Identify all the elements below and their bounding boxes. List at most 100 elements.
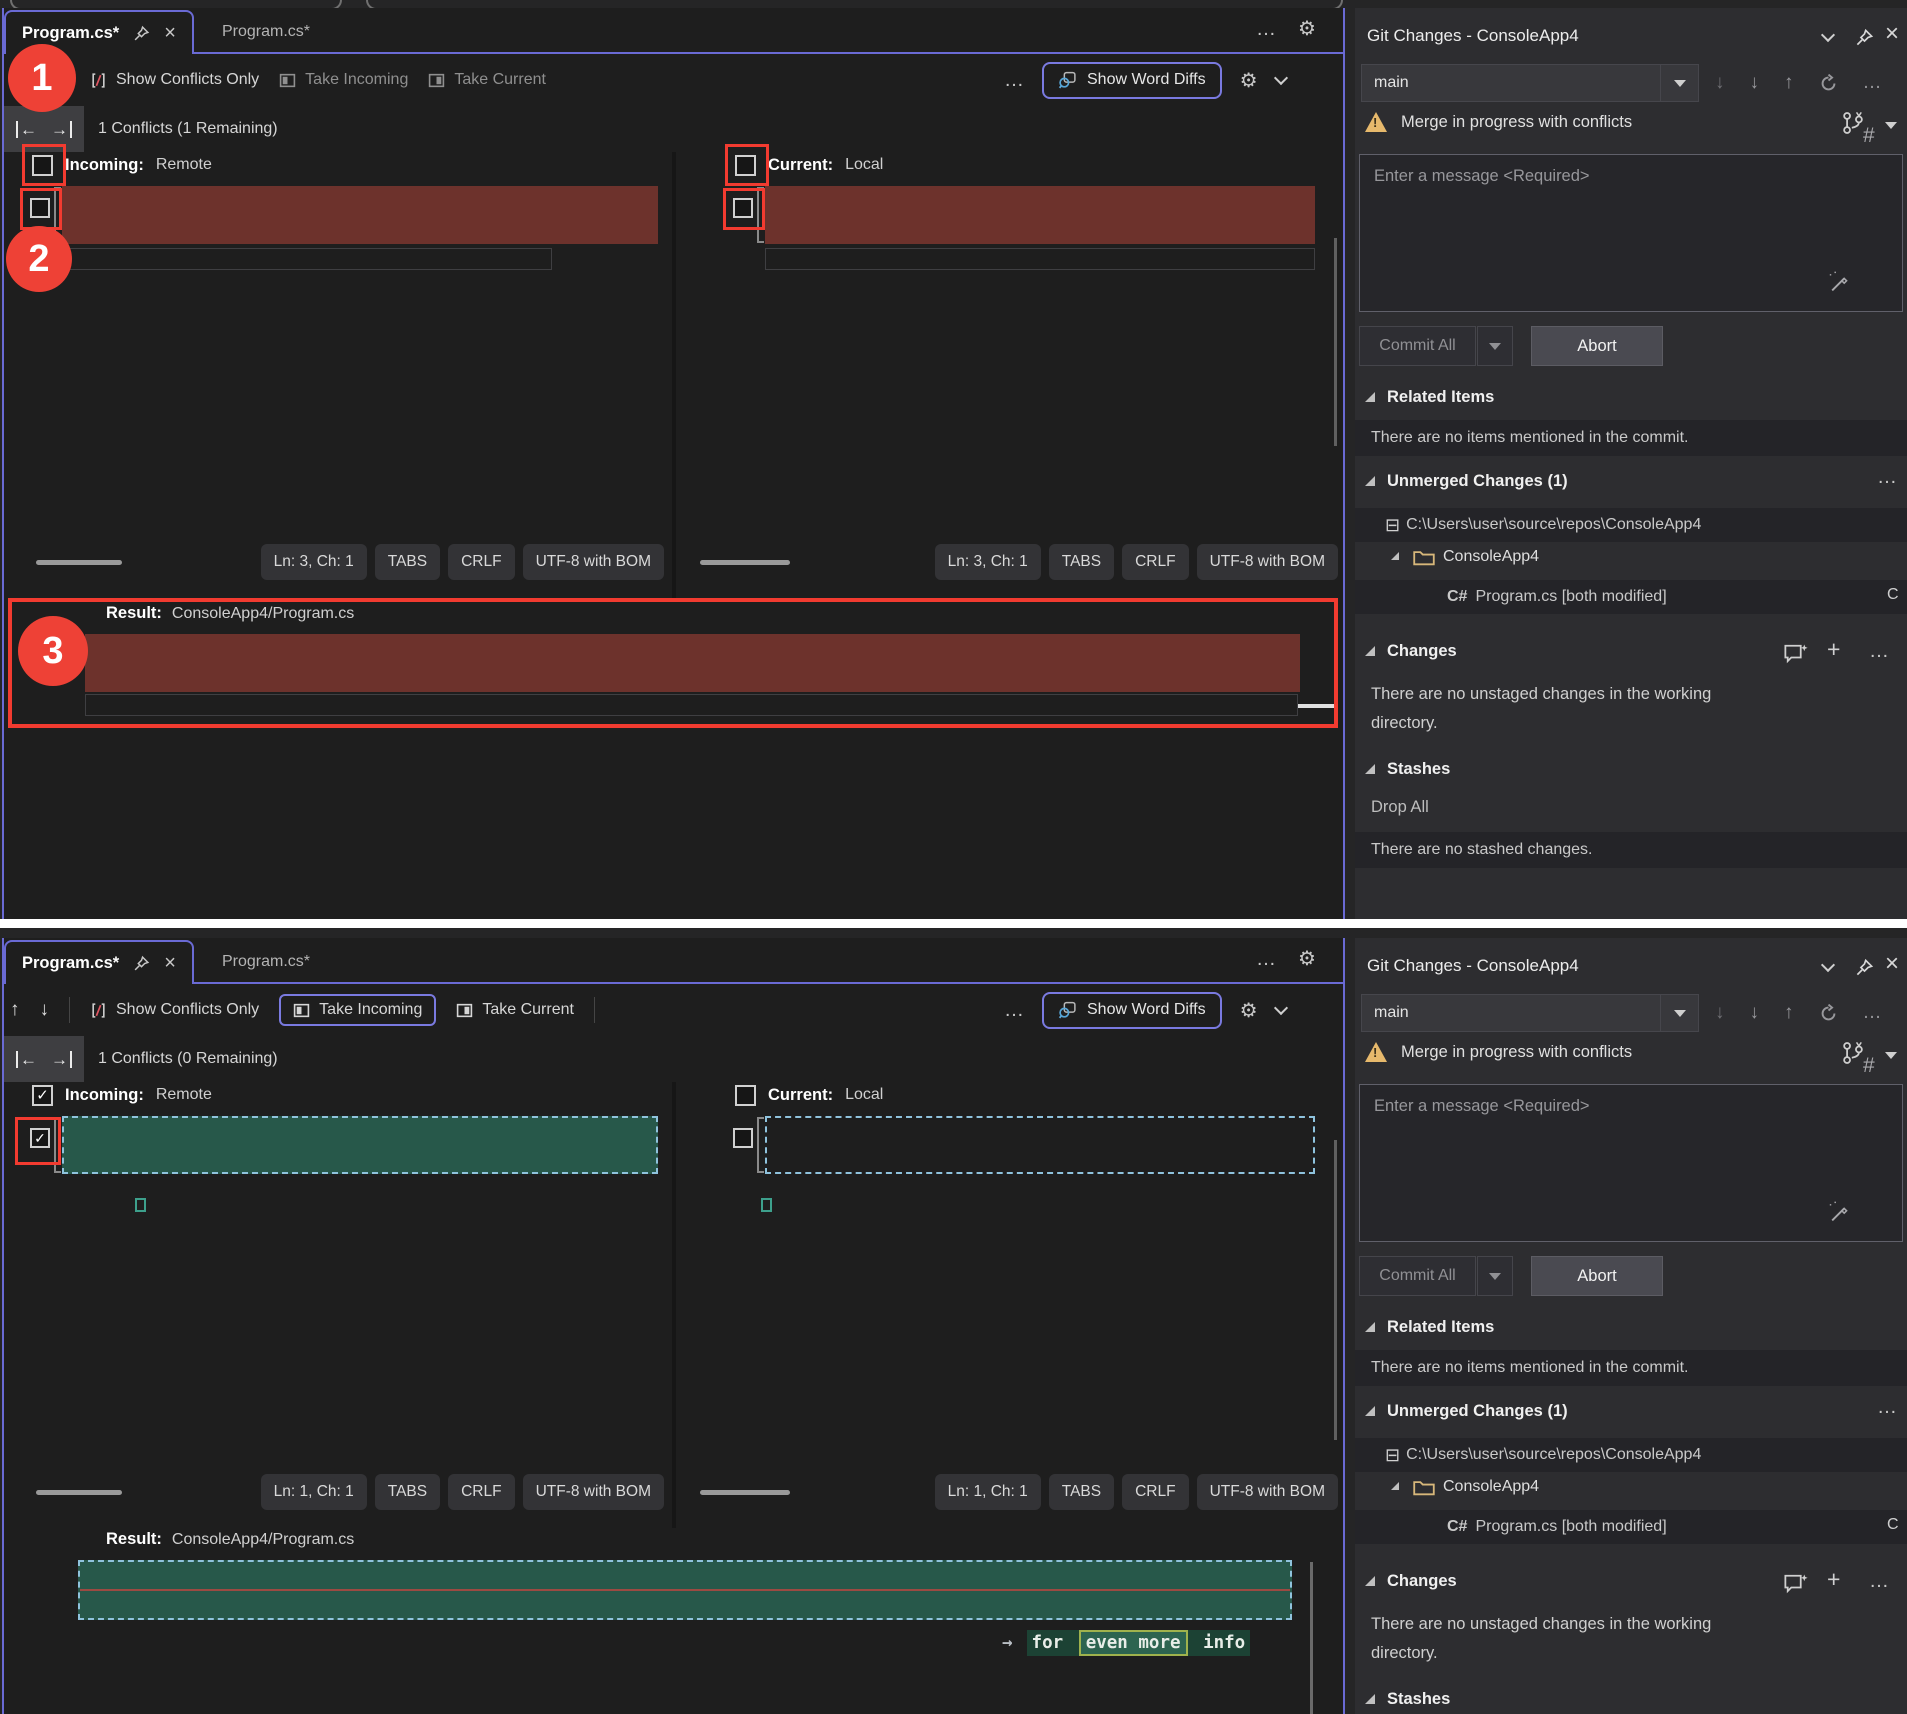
take-current-button[interactable]: Take Current <box>456 1001 574 1019</box>
fetch-icon[interactable]: ↓ <box>1715 1002 1725 1024</box>
scrollbar[interactable] <box>1310 1562 1313 1714</box>
current-conflict-checkbox[interactable] <box>733 1128 753 1148</box>
section-more-icon[interactable]: … <box>1877 1396 1897 1419</box>
commit-message-input[interactable]: Enter a message <Required> <box>1359 154 1903 312</box>
last-conflict-button[interactable]: → <box>51 121 72 138</box>
chevron-down-icon[interactable] <box>1821 28 1835 42</box>
section-more-icon[interactable]: … <box>1877 466 1897 489</box>
branch-dropdown-arrow[interactable] <box>1660 995 1698 1031</box>
refresh-icon[interactable] <box>1819 1004 1838 1023</box>
chevron-down-icon[interactable] <box>1273 71 1287 85</box>
branch-dropdown-arrow[interactable] <box>1660 65 1698 101</box>
pin-icon[interactable] <box>133 25 150 42</box>
unmerged-changes-header[interactable]: Unmerged Changes (1) <box>1387 472 1568 491</box>
tabstrip-gear-icon[interactable]: ⚙ <box>1298 946 1316 971</box>
next-conflict-button[interactable]: ↓ <box>40 999 50 1021</box>
close-icon[interactable]: × <box>1885 950 1899 978</box>
branch-selector[interactable]: main <box>1361 64 1699 102</box>
changes-header[interactable]: Changes <box>1387 1572 1457 1591</box>
show-conflicts-only-button[interactable]: Show Conflicts Only <box>90 1001 259 1019</box>
stashes-header[interactable]: Stashes <box>1387 760 1450 779</box>
commit-all-button[interactable]: Commit All <box>1359 326 1476 366</box>
chevron-down-icon[interactable] <box>1273 1001 1287 1015</box>
line-ending[interactable]: CRLF <box>1122 1474 1188 1510</box>
incoming-checkbox-checked[interactable]: ✓ <box>32 1085 53 1106</box>
branch-graph-icon[interactable] <box>1841 110 1865 136</box>
pull-icon[interactable]: ↓ <box>1750 72 1760 94</box>
expander-icon[interactable] <box>1391 1482 1399 1490</box>
line-ending[interactable]: CRLF <box>1122 544 1188 580</box>
tab-program-cs-active[interactable]: Program.cs* × <box>4 940 194 984</box>
current-checkbox[interactable] <box>735 1085 756 1106</box>
push-icon[interactable]: ↑ <box>1784 1002 1794 1024</box>
file-row[interactable]: C# Program.cs [both modified] <box>1355 1510 1907 1544</box>
comment-sparkle-icon[interactable] <box>1783 1572 1809 1596</box>
toolbar-more-icon[interactable]: … <box>1004 69 1024 92</box>
toolbar-more-icon[interactable]: … <box>1004 999 1024 1022</box>
pin-icon[interactable] <box>133 955 150 972</box>
expander-icon[interactable] <box>1365 476 1375 486</box>
line-ending[interactable]: CRLF <box>448 544 514 580</box>
tabstrip-more-icon[interactable]: … <box>1256 948 1276 971</box>
stage-plus-icon[interactable]: + <box>1827 636 1840 663</box>
abort-button[interactable]: Abort <box>1531 1256 1663 1296</box>
expander-icon[interactable] <box>1365 392 1375 402</box>
show-word-diffs-button[interactable]: Show Word Diffs <box>1042 62 1222 99</box>
take-current-button[interactable]: Take Current <box>428 71 546 89</box>
encoding[interactable]: UTF-8 with BOM <box>523 544 664 580</box>
project-name[interactable]: ConsoleApp4 <box>1443 548 1539 566</box>
encoding[interactable]: UTF-8 with BOM <box>1197 544 1338 580</box>
indent-mode[interactable]: TABS <box>375 1474 440 1510</box>
fetch-icon[interactable]: ↓ <box>1715 72 1725 94</box>
h-scrollbar[interactable] <box>700 1490 790 1495</box>
section-more-icon[interactable]: … <box>1869 1570 1889 1593</box>
last-conflict-button[interactable]: → <box>51 1051 72 1068</box>
indent-mode[interactable]: TABS <box>375 544 440 580</box>
encoding[interactable]: UTF-8 with BOM <box>1197 1474 1338 1510</box>
related-items-header[interactable]: Related Items <box>1387 1318 1494 1337</box>
first-conflict-button[interactable]: ← <box>16 121 37 138</box>
commit-message-input[interactable]: Enter a message <Required> <box>1359 1084 1903 1242</box>
show-conflicts-only-button[interactable]: Show Conflicts Only <box>90 71 259 89</box>
file-row[interactable]: C# Program.cs [both modified] <box>1355 580 1907 614</box>
repo-row[interactable]: ⊟ C:\Users\user\source\repos\ConsoleApp4 <box>1355 508 1907 542</box>
take-incoming-button[interactable]: Take Incoming <box>279 71 408 89</box>
unmerged-changes-header[interactable]: Unmerged Changes (1) <box>1387 1402 1568 1421</box>
branch-selector[interactable]: main <box>1361 994 1699 1032</box>
merge-settings-gear-icon[interactable]: ⚙ <box>1240 68 1258 93</box>
expander-icon[interactable] <box>1365 1576 1375 1586</box>
show-word-diffs-button[interactable]: Show Word Diffs <box>1042 992 1222 1029</box>
expander-icon[interactable] <box>1365 1322 1375 1332</box>
pin-icon[interactable] <box>1855 28 1874 47</box>
related-items-header[interactable]: Related Items <box>1387 388 1494 407</box>
git-more-icon[interactable]: … <box>1863 72 1882 94</box>
expander-icon[interactable] <box>1391 552 1399 560</box>
pin-icon[interactable] <box>1855 958 1874 977</box>
expander-icon[interactable] <box>1365 646 1375 656</box>
tabstrip-gear-icon[interactable]: ⚙ <box>1298 16 1316 41</box>
close-icon[interactable]: × <box>1885 20 1899 48</box>
caret-down-icon[interactable] <box>1885 1052 1897 1059</box>
first-conflict-button[interactable]: ← <box>16 1051 37 1068</box>
h-scrollbar[interactable] <box>36 560 122 565</box>
tabstrip-more-icon[interactable]: … <box>1256 18 1276 41</box>
indent-mode[interactable]: TABS <box>1049 1474 1114 1510</box>
chevron-down-icon[interactable] <box>1821 958 1835 972</box>
take-incoming-button-selected[interactable]: Take Incoming <box>279 994 436 1026</box>
commit-all-dropdown[interactable] <box>1477 1256 1513 1296</box>
pane-divider[interactable] <box>672 1082 676 1528</box>
commit-all-button[interactable]: Commit All <box>1359 1256 1476 1296</box>
branch-graph-icon[interactable] <box>1841 1040 1865 1066</box>
drop-all-link[interactable]: Drop All <box>1371 798 1429 817</box>
cursor-position[interactable]: Ln: 1, Ch: 1 <box>261 1474 367 1510</box>
indent-mode[interactable]: TABS <box>1049 544 1114 580</box>
close-icon[interactable]: × <box>164 953 176 973</box>
scrollbar[interactable] <box>1334 1140 1337 1440</box>
ai-pen-icon[interactable] <box>1825 1200 1849 1224</box>
cursor-position[interactable]: Ln: 3, Ch: 1 <box>261 544 367 580</box>
pane-divider[interactable] <box>672 152 676 598</box>
prev-conflict-button[interactable]: ↑ <box>10 999 20 1021</box>
close-icon[interactable]: × <box>164 23 176 43</box>
hash-icon[interactable]: # <box>1863 124 1875 148</box>
hash-icon[interactable]: # <box>1863 1054 1875 1078</box>
